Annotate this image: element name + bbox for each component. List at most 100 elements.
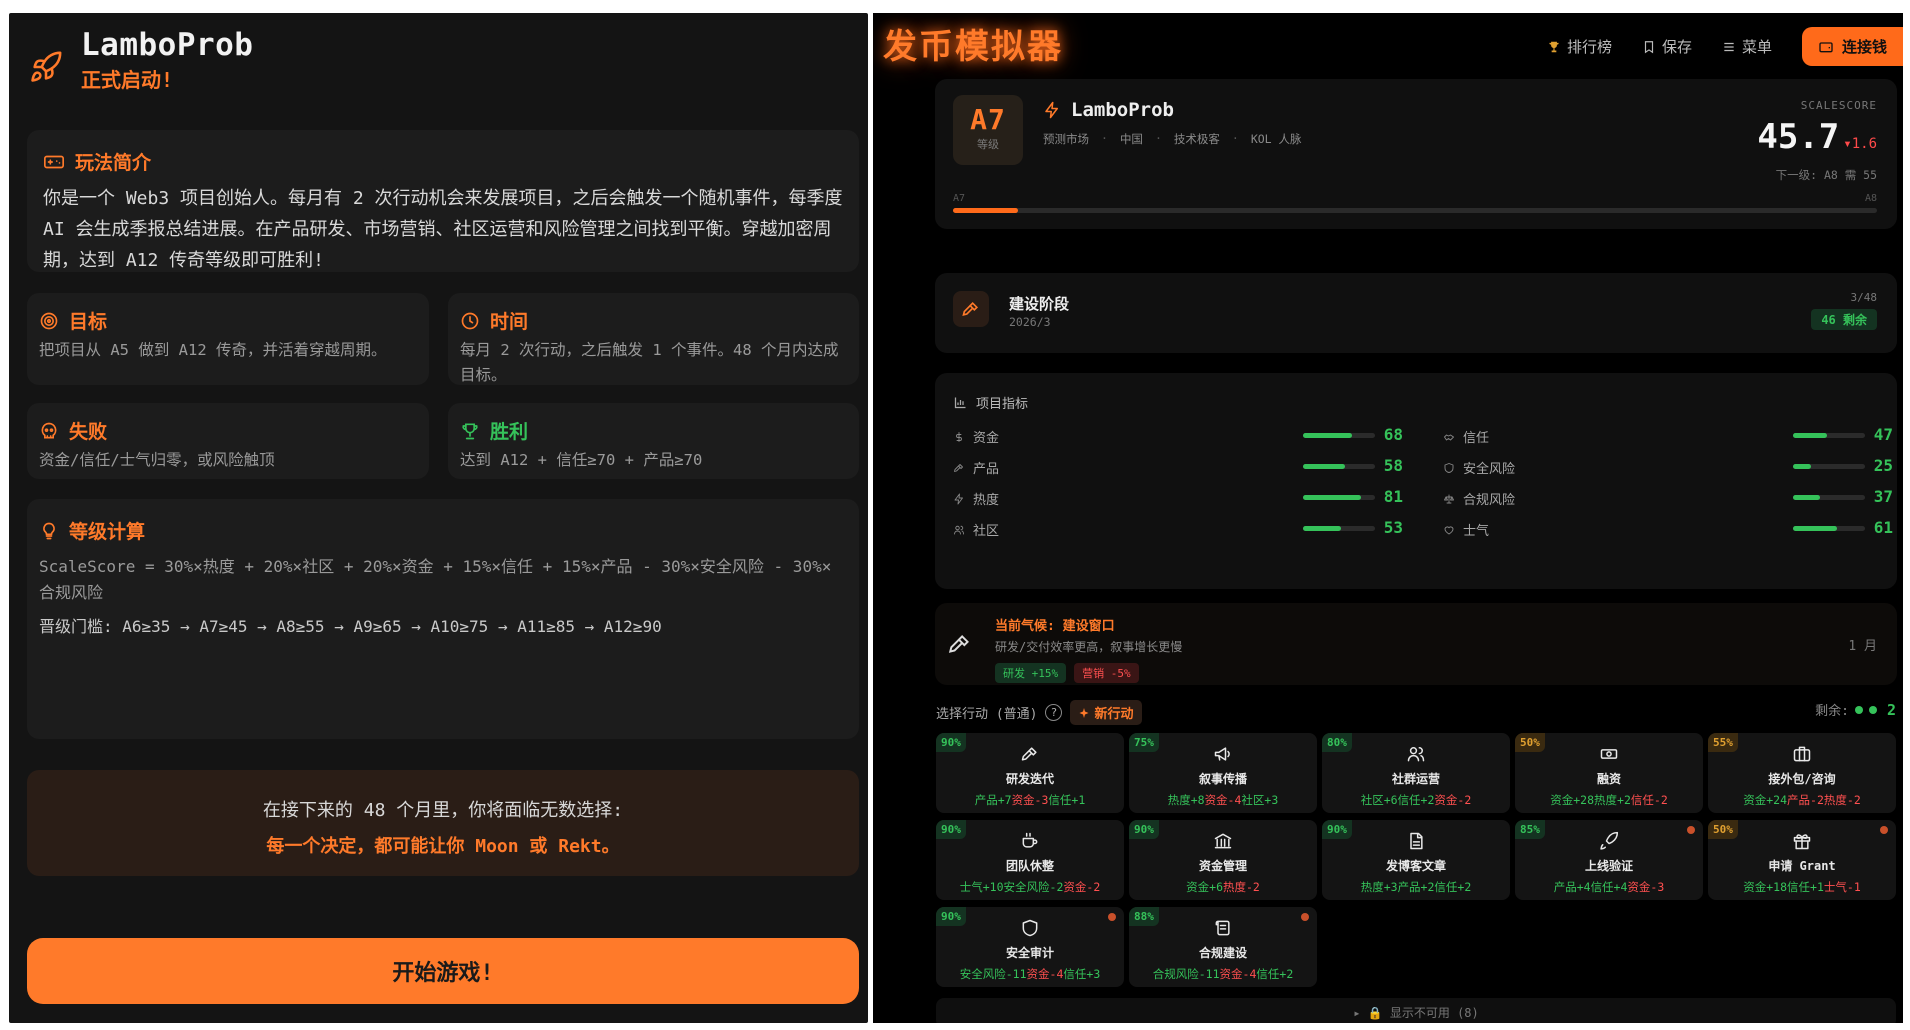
action-card[interactable]: 90% 发博客文章 热度+3产品+2信任+2: [1322, 820, 1510, 900]
action-effect: 热度+8: [1167, 793, 1205, 807]
stage-title: 建设阶段: [1009, 295, 1070, 313]
action-effects: 合规风险-11资金-4信任+2: [1129, 966, 1317, 982]
warning-box: 在接下来的 48 个月里，你将面临无数选择: 每一个决定，都可能让你 Moon …: [27, 770, 859, 876]
level-value: A7: [970, 103, 1006, 136]
metric-label: 安全风险: [1463, 462, 1516, 477]
metric-bar-fill: [1793, 433, 1827, 438]
help-icon[interactable]: ?: [1045, 704, 1063, 721]
leaderboard-button[interactable]: 排行榜: [1547, 36, 1612, 57]
action-effect: 资金+24: [1743, 793, 1788, 807]
success-rate-badge: 80%: [1322, 733, 1352, 752]
status-dot: [1108, 913, 1116, 921]
metric-value: 47: [1873, 425, 1893, 444]
progress-left-label: A7: [953, 193, 966, 204]
fail-card: 失败 资金/信任/士气归零，或风险触顶: [27, 403, 429, 479]
heart-icon: [1443, 524, 1455, 536]
users-icon: [953, 524, 965, 536]
progress-right-label: A8: [1864, 193, 1877, 204]
level-badge: A7 等级: [953, 95, 1023, 165]
trophy-icon: [1547, 40, 1561, 54]
tag: 技术极客: [1173, 132, 1220, 146]
metric-right-0: 信任 47: [1443, 425, 1893, 446]
metric-value: 68: [1383, 425, 1403, 444]
weather-bonus-chip: 研发 +15%: [995, 663, 1067, 683]
action-effect: 信任+2: [1434, 880, 1472, 894]
action-card[interactable]: 90% 安全审计 安全风险-11资金-4信任+3: [936, 907, 1124, 987]
show-unavailable-toggle[interactable]: ▸ 🔒 显示不可用 (8): [936, 998, 1896, 1023]
action-card[interactable]: 50% 融资 资金+28热度+2信任-2: [1515, 733, 1703, 813]
action-effect: 信任-2: [1630, 793, 1668, 807]
metric-bar: [1793, 495, 1865, 500]
weather-month: 1 月: [1848, 639, 1877, 654]
action-card[interactable]: 80% 社群运营 社区+6信任+2资金-2: [1322, 733, 1510, 813]
metric-left-2: 热度 81: [953, 487, 1403, 508]
megaphone-icon: [1213, 743, 1233, 765]
action-effect: 资金-2: [1434, 793, 1472, 807]
metric-label: 信任: [1463, 431, 1490, 446]
action-effect: 信任+2: [1256, 967, 1294, 981]
save-button[interactable]: 保存: [1642, 36, 1692, 57]
action-effect: 安全风险-11: [959, 967, 1027, 981]
action-card[interactable]: 90% 资金管理 资金+6热度-2: [1129, 820, 1317, 900]
metric-bar: [1303, 464, 1375, 469]
hammer-icon: [1020, 743, 1040, 765]
action-dot: [1868, 705, 1877, 714]
remaining-count: 2: [1886, 700, 1896, 719]
coffee-icon: [1020, 830, 1040, 852]
action-card[interactable]: 90% 团队休整 士气+10安全风险-2资金-2: [936, 820, 1124, 900]
status-dot: [1687, 826, 1695, 834]
sparkle-icon: [1078, 707, 1090, 719]
action-card[interactable]: 90% 研发迭代 产品+7资金-3信任+1: [936, 733, 1124, 813]
action-card[interactable]: 55% 接外包/咨询 资金+24产品-2热度-2: [1708, 733, 1896, 813]
months-remaining-badge: 46 剩余: [1811, 309, 1877, 330]
fail-heading: 失败: [69, 421, 108, 443]
project-name: LamboProb: [1071, 99, 1174, 121]
metric-bar: [1303, 495, 1375, 500]
connect-wallet-button[interactable]: 连接钱: [1801, 27, 1903, 66]
action-effects: 资金+24产品-2热度-2: [1708, 792, 1896, 808]
time-text: 每月 2 次行动，之后触发 1 个事件。48 个月内达成目标。: [460, 341, 839, 384]
metric-bar: [1793, 433, 1865, 438]
score-delta: ▾1.6: [1843, 136, 1877, 152]
level-progress-fill: [953, 208, 1018, 213]
win-text: 达到 A12 + 信任≥70 + 产品≥70: [460, 451, 703, 469]
metric-right-1: 安全风险 25: [1443, 456, 1893, 477]
stage-count: 3/48: [1850, 291, 1878, 304]
action-effect: 热度+2: [1594, 793, 1631, 807]
fail-text: 资金/信任/士气归零，或风险触顶: [39, 451, 275, 469]
action-dot: [1854, 705, 1863, 714]
game-panel: 发币模拟器 排行榜 保存 菜单 连接钱 A7 等级 LamboProb 预测市场…: [873, 13, 1903, 1023]
gift-icon: [1792, 830, 1812, 852]
tag: 预测市场: [1043, 132, 1089, 146]
action-name: 申请 Grant: [1768, 859, 1836, 873]
shield-icon: [1443, 462, 1455, 474]
action-card[interactable]: 88% 合规建设 合规风险-11资金-4信任+2: [1129, 907, 1317, 987]
success-rate-badge: 88%: [1129, 907, 1159, 926]
level-label: 等级: [977, 138, 999, 151]
menu-button[interactable]: 菜单: [1722, 36, 1772, 57]
action-card[interactable]: 50% 申请 Grant 资金+18信任+1士气-1: [1708, 820, 1896, 900]
brand-subtitle: 正式启动!: [81, 68, 174, 92]
action-card[interactable]: 75% 叙事传播 热度+8资金-4社区+3: [1129, 733, 1317, 813]
metric-bar-fill: [1303, 433, 1352, 438]
success-rate-badge: 90%: [936, 820, 966, 839]
new-action-button[interactable]: 新行动: [1070, 700, 1142, 725]
start-game-button[interactable]: 开始游戏!: [27, 938, 859, 1004]
success-rate-badge: 75%: [1129, 733, 1159, 752]
metric-value: 37: [1873, 487, 1893, 506]
level-card: 等级计算 ScaleScore = 30%×热度 + 20%×社区 + 20%×…: [27, 499, 859, 739]
metric-bar-fill: [1793, 526, 1837, 531]
metric-value: 61: [1873, 518, 1893, 537]
wallet-icon: [1818, 39, 1834, 55]
target-icon: [39, 311, 59, 331]
action-card[interactable]: 85% 上线验证 产品+4信任+4资金-3: [1515, 820, 1703, 900]
action-effect: 资金-4: [1026, 967, 1064, 981]
metric-right-2: 合规风险 37: [1443, 487, 1893, 508]
metric-left-3: 社区 53: [953, 518, 1403, 539]
weather-penalty-chip: 营销 -5%: [1074, 663, 1139, 683]
action-effect: 士气+10: [959, 880, 1004, 894]
briefcase-icon: [1792, 743, 1812, 765]
intro-card: 玩法简介 你是一个 Web3 项目创始人。每月有 2 次行动机会来发展项目，之后…: [27, 130, 859, 272]
metric-bar-fill: [1793, 464, 1811, 469]
clock-icon: [460, 311, 480, 331]
